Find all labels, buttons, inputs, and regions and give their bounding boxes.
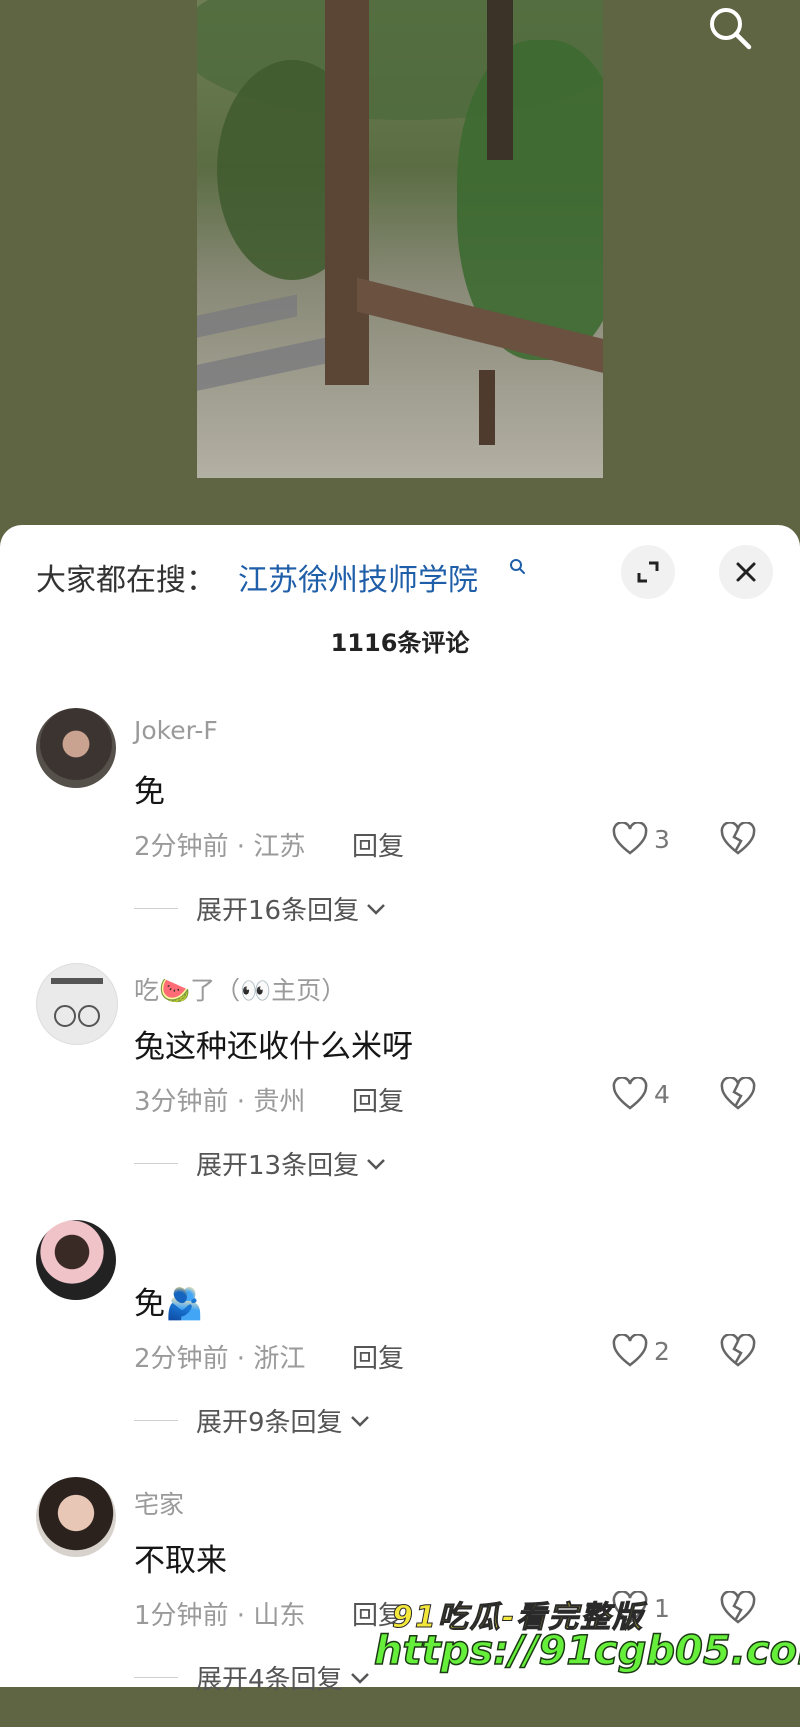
- video-path: [197, 294, 297, 338]
- comment-text: 不取来: [134, 1543, 227, 1579]
- search-icon: [710, 8, 752, 50]
- broken-heart-icon: [720, 1076, 756, 1110]
- heart-icon: [612, 822, 648, 855]
- search-icon[interactable]: [508, 557, 528, 577]
- expand-replies-label: 展开4条回复: [196, 1665, 343, 1695]
- expand-replies-label: 展开16条回复: [196, 896, 360, 926]
- close-icon: [736, 562, 756, 582]
- divider: [134, 1420, 178, 1421]
- divider: [134, 1677, 178, 1678]
- comment-text: 免: [134, 774, 165, 810]
- search-button[interactable]: [702, 0, 758, 56]
- video-path: [197, 335, 337, 391]
- comment-meta: 2分钟前 · 江苏: [134, 832, 306, 862]
- avatar[interactable]: [36, 1477, 116, 1557]
- chevron-down-icon: [367, 903, 385, 915]
- divider: [134, 908, 178, 909]
- expand-replies-label: 展开13条回复: [196, 1151, 360, 1181]
- reply-button[interactable]: 回复: [352, 1081, 404, 1118]
- close-button[interactable]: [719, 545, 773, 599]
- heart-icon: [612, 1077, 648, 1110]
- expand-icon: [637, 561, 659, 583]
- broken-heart-icon: [720, 821, 756, 855]
- broken-heart-icon: [720, 1333, 756, 1367]
- expand-replies-button[interactable]: 展开16条回复: [134, 890, 387, 927]
- like-count: 3: [654, 824, 670, 854]
- comment-meta: 3分钟前 · 贵州: [134, 1087, 306, 1117]
- like-button[interactable]: 2: [612, 1334, 670, 1368]
- dislike-button[interactable]: [720, 821, 756, 860]
- dislike-button[interactable]: [720, 1590, 756, 1629]
- trending-label: 大家都在搜：: [36, 563, 216, 598]
- video-frame[interactable]: [197, 0, 603, 478]
- comment-username[interactable]: Joker-F: [134, 716, 218, 745]
- comment-username[interactable]: 吃🍉了（👀主页）: [134, 971, 346, 1007]
- trending-search-link[interactable]: 江苏徐州技师学院: [238, 555, 478, 599]
- like-button[interactable]: 4: [612, 1077, 670, 1111]
- like-button[interactable]: 3: [612, 822, 670, 856]
- chevron-down-icon: [367, 1158, 385, 1170]
- avatar[interactable]: [36, 708, 116, 788]
- comment-item: Joker-F 免 2分钟前 · 江苏 回复 3 展开16条回复: [0, 708, 800, 958]
- video-bench-leg: [479, 370, 495, 445]
- sheet-header: 大家都在搜： 江苏徐州技师学院: [0, 525, 800, 615]
- reply-button[interactable]: 回复: [352, 1338, 404, 1375]
- divider: [134, 1163, 178, 1164]
- broken-heart-icon: [720, 1590, 756, 1624]
- expand-replies-label: 展开9条回复: [196, 1408, 343, 1438]
- comment-item: 吃🍉了（👀主页） 兔这种还收什么米呀 3分钟前 · 贵州 回复 4 展开13条回…: [0, 963, 800, 1213]
- heart-icon: [612, 1334, 648, 1367]
- avatar[interactable]: [36, 1220, 116, 1300]
- comment-count-title: 1116条评论: [330, 629, 470, 657]
- comment-item: 免🫂 2分钟前 · 浙江 回复 2 展开9条回复: [0, 1220, 800, 1470]
- comment-text: 免🫂: [134, 1286, 204, 1322]
- expand-replies-button[interactable]: 展开9条回复: [134, 1402, 371, 1439]
- expand-sheet-button[interactable]: [621, 545, 675, 599]
- dislike-button[interactable]: [720, 1333, 756, 1372]
- comment-meta: 1分钟前 · 山东: [134, 1601, 306, 1631]
- comment-text: 兔这种还收什么米呀: [134, 1029, 413, 1065]
- video-wood-post: [325, 0, 369, 385]
- watermark-url: https://91cgb05.com: [373, 1627, 800, 1675]
- like-count: 1: [654, 1593, 670, 1623]
- reply-button[interactable]: 回复: [352, 826, 404, 863]
- chevron-down-icon: [350, 1415, 369, 1427]
- expand-replies-button[interactable]: 展开4条回复: [134, 1659, 371, 1696]
- chevron-down-icon: [350, 1672, 369, 1684]
- video-player[interactable]: [0, 0, 800, 560]
- like-count: 4: [654, 1079, 670, 1109]
- expand-replies-button[interactable]: 展开13条回复: [134, 1145, 387, 1182]
- cartoon-avatar-image: [51, 978, 103, 1027]
- video-tree-trunk: [487, 0, 513, 160]
- comment-meta: 2分钟前 · 浙江: [134, 1344, 306, 1374]
- like-count: 2: [654, 1336, 670, 1366]
- comment-username[interactable]: 宅家: [134, 1485, 184, 1521]
- avatar[interactable]: [36, 963, 118, 1045]
- dislike-button[interactable]: [720, 1076, 756, 1115]
